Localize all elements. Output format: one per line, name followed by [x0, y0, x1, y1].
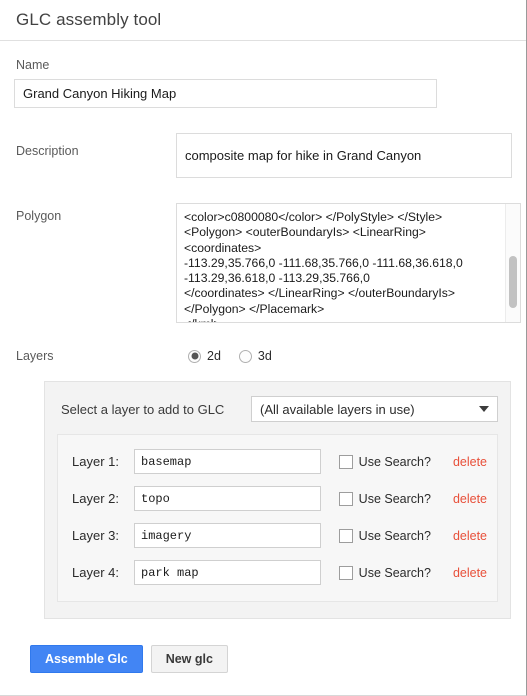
layer-row: Layer 1: Use Search? delete	[68, 443, 487, 480]
layer-4-delete-link[interactable]: delete	[453, 566, 487, 580]
polygon-scrollbar[interactable]	[505, 204, 520, 322]
radio-dot-3d-icon[interactable]	[238, 349, 252, 363]
layer-row: Layer 4: Use Search? delete	[68, 554, 487, 591]
window-header: GLC assembly tool	[0, 0, 526, 41]
radio-option-2d[interactable]: 2d	[188, 349, 221, 363]
polygon-scrollbar-thumb[interactable]	[509, 256, 517, 308]
layer-2-use-search-checkbox[interactable]	[338, 491, 353, 506]
layer-2-use-search[interactable]: Use Search?	[338, 491, 431, 506]
layer-3-delete-link[interactable]: delete	[453, 529, 487, 543]
name-field-group: Name	[14, 41, 512, 108]
layer-4-input[interactable]	[134, 560, 321, 585]
layer-2-label: Layer 2:	[72, 491, 119, 506]
assemble-glc-button[interactable]: Assemble Glc	[30, 645, 143, 673]
footer-actions: Assemble Glc New glc	[14, 645, 512, 673]
layer-1-delete-link[interactable]: delete	[453, 455, 487, 469]
layer-row: Layer 3: Use Search? delete	[68, 517, 487, 554]
layers-panel: Select a layer to add to GLC (All availa…	[44, 381, 511, 619]
layer-3-use-search[interactable]: Use Search?	[338, 528, 431, 543]
layer-3-label: Layer 3:	[72, 528, 119, 543]
polygon-textarea-wrap: <color>c0800080</color> </PolyStyle> </S…	[176, 203, 521, 323]
new-glc-button[interactable]: New glc	[150, 645, 228, 673]
layer-4-use-search[interactable]: Use Search?	[338, 565, 431, 580]
layer-3-use-search-checkbox[interactable]	[338, 528, 353, 543]
polygon-label: Polygon	[16, 209, 62, 223]
layer-1-input[interactable]	[134, 449, 321, 474]
layers-dimension-group: Layers 2d 3d	[14, 349, 512, 363]
radio-label-3d: 3d	[257, 349, 272, 363]
chevron-down-icon	[479, 406, 489, 412]
layer-2-delete-link[interactable]: delete	[453, 492, 487, 506]
radio-dot-2d-icon[interactable]	[188, 349, 201, 363]
layer-1-label: Layer 1:	[72, 454, 119, 469]
form-body: Name Description Polygon <color>c0800080…	[0, 41, 526, 673]
layer-1-use-search[interactable]: Use Search?	[338, 454, 431, 469]
layer-2-use-search-label: Use Search?	[358, 491, 431, 506]
layer-select-label: Select a layer to add to GLC	[61, 401, 225, 417]
layer-select-dropdown[interactable]: (All available layers in use)	[251, 396, 498, 422]
layer-1-use-search-checkbox[interactable]	[338, 454, 353, 469]
radio-option-3d[interactable]: 3d	[238, 349, 272, 363]
layer-select-value: (All available layers in use)	[260, 401, 415, 417]
layers-radio-group: 2d 3d	[176, 349, 290, 363]
name-input[interactable]	[14, 79, 437, 108]
layer-rows-container: Layer 1: Use Search? delete Layer 2: Use…	[57, 434, 498, 602]
polygon-field-group: Polygon <color>c0800080</color> </PolySt…	[14, 203, 521, 323]
layer-4-use-search-checkbox[interactable]	[338, 565, 353, 580]
description-field-group: Description	[14, 133, 512, 178]
name-label: Name	[16, 58, 50, 72]
description-label: Description	[16, 144, 79, 158]
layer-4-label: Layer 4:	[72, 565, 119, 580]
radio-label-2d: 2d	[207, 349, 221, 363]
layer-row: Layer 2: Use Search? delete	[68, 480, 487, 517]
glc-assembly-tool-window: GLC assembly tool Name Description Polyg…	[0, 0, 527, 696]
layer-1-use-search-label: Use Search?	[358, 454, 431, 469]
layer-select-row: Select a layer to add to GLC (All availa…	[57, 396, 498, 422]
layer-3-input[interactable]	[134, 523, 321, 548]
layer-3-use-search-label: Use Search?	[358, 528, 431, 543]
layers-label: Layers	[16, 349, 54, 363]
layer-4-use-search-label: Use Search?	[358, 565, 431, 580]
page-title: GLC assembly tool	[16, 10, 162, 29]
description-input[interactable]	[176, 133, 512, 178]
polygon-textarea[interactable]: <color>c0800080</color> </PolyStyle> </S…	[176, 203, 521, 323]
layer-2-input[interactable]	[134, 486, 321, 511]
